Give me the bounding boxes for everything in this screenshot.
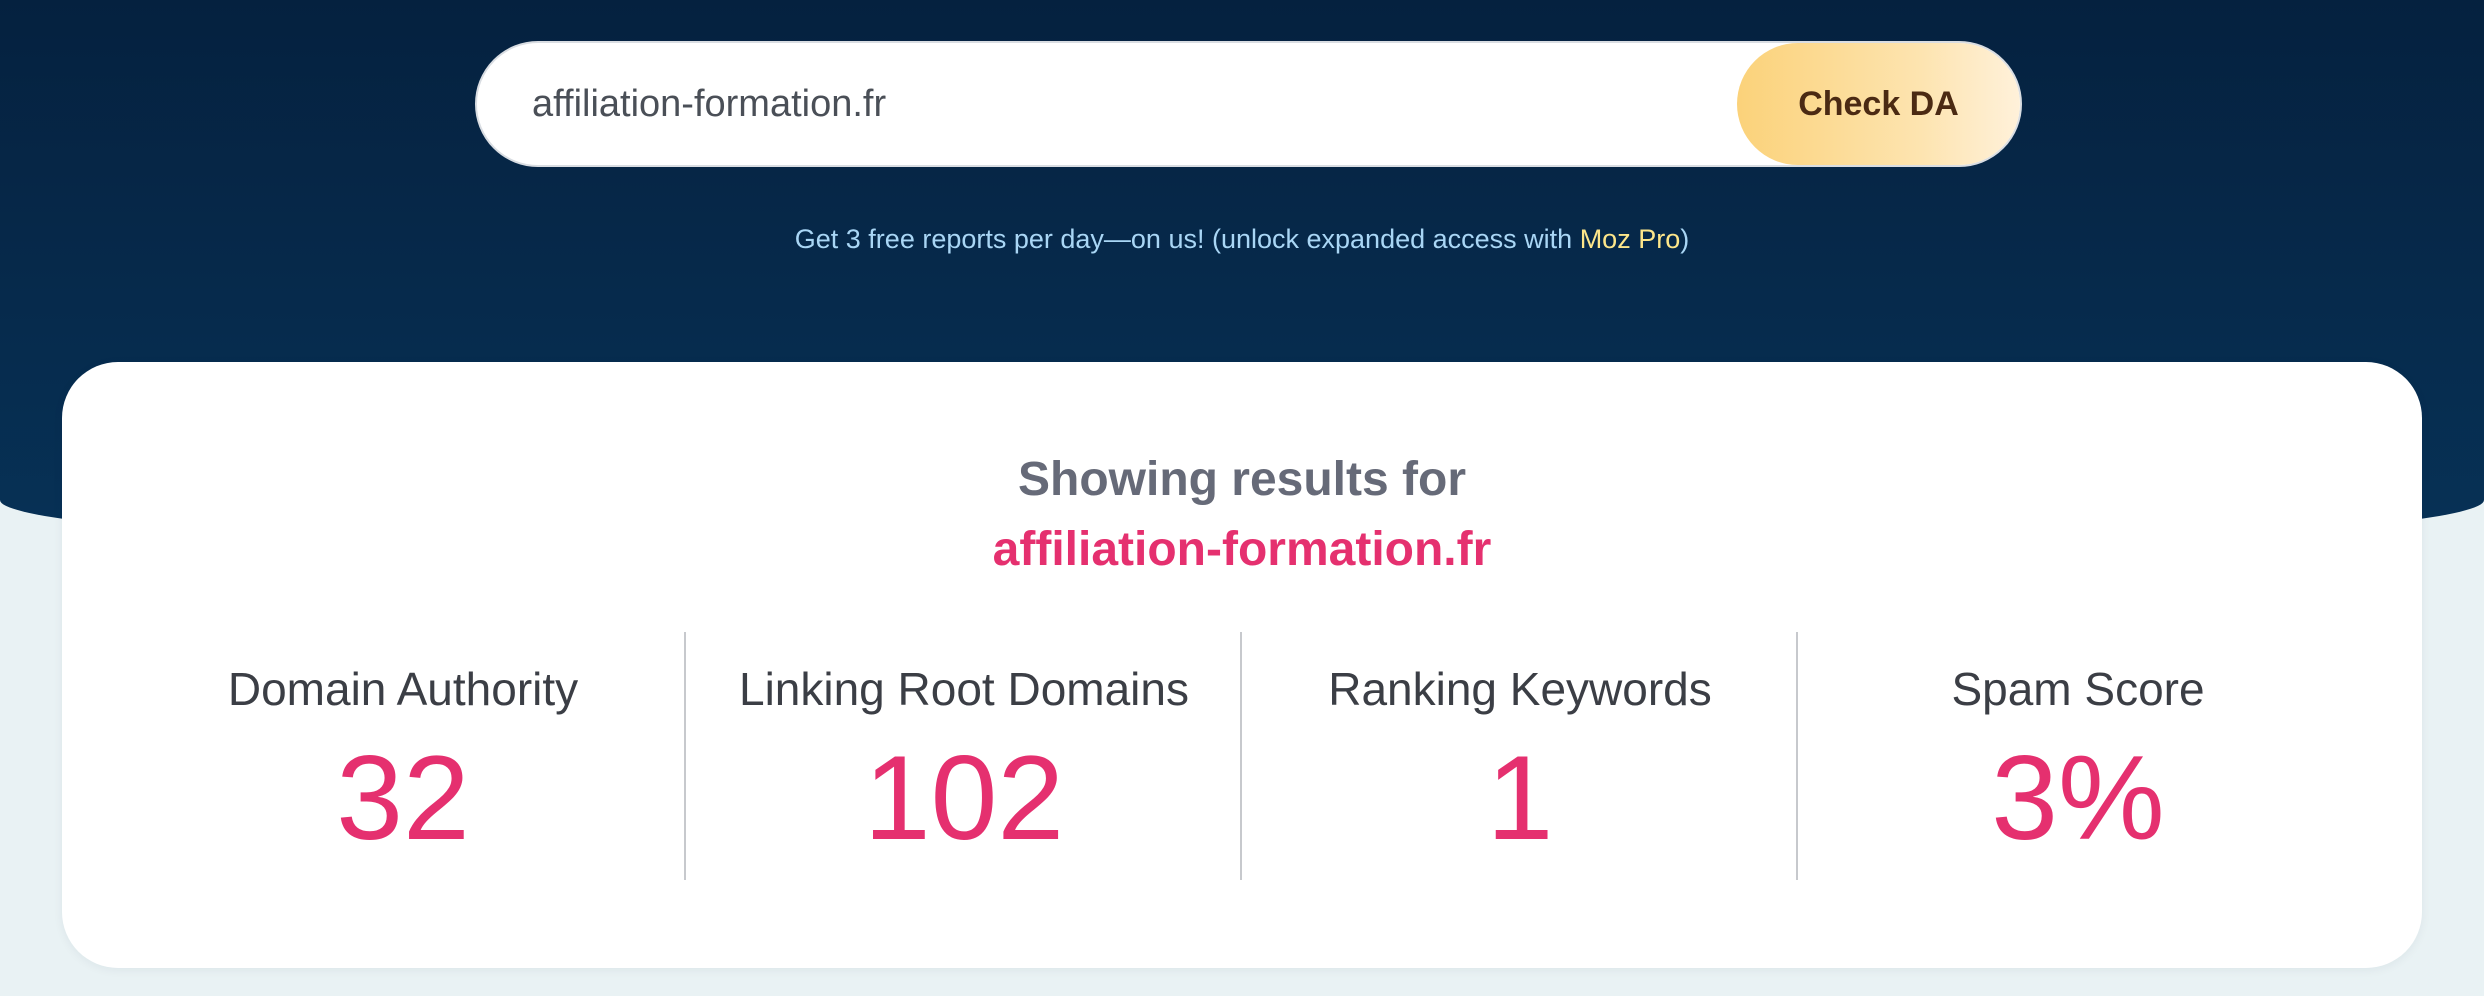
promo-text-end: ) xyxy=(1680,224,1690,254)
results-card: Showing results for affiliation-formatio… xyxy=(62,362,2422,968)
metric-value: 1 xyxy=(1486,731,1554,865)
check-da-button[interactable]: Check DA xyxy=(1737,43,2020,165)
promo-text: Get 3 free reports per day—on us! (unloc… xyxy=(794,224,1580,254)
metric-linking-root-domains: Linking Root Domains 102 xyxy=(686,632,1242,880)
metric-label: Linking Root Domains xyxy=(738,663,1189,715)
domain-search-input[interactable] xyxy=(477,43,1737,165)
metric-label: Ranking Keywords xyxy=(1328,663,1712,715)
free-reports-notice: Get 3 free reports per day—on us! (unloc… xyxy=(0,224,2484,255)
metric-domain-authority: Domain Authority 32 xyxy=(130,632,676,880)
metric-label: Spam Score xyxy=(1951,663,2205,715)
moz-pro-link[interactable]: Moz Pro xyxy=(1580,224,1681,254)
domain-search-bar: Check DA xyxy=(475,41,2022,167)
metric-spam-score: Spam Score 3% xyxy=(1798,632,2358,880)
metric-value: 102 xyxy=(863,731,1065,865)
metric-label: Domain Authority xyxy=(227,663,579,715)
metric-value: 32 xyxy=(336,731,470,865)
results-domain: affiliation-formation.fr xyxy=(992,523,1492,576)
results-heading: Showing results for xyxy=(1017,453,1467,506)
metric-value: 3% xyxy=(1991,731,2165,865)
metric-ranking-keywords: Ranking Keywords 1 xyxy=(1242,632,1798,880)
